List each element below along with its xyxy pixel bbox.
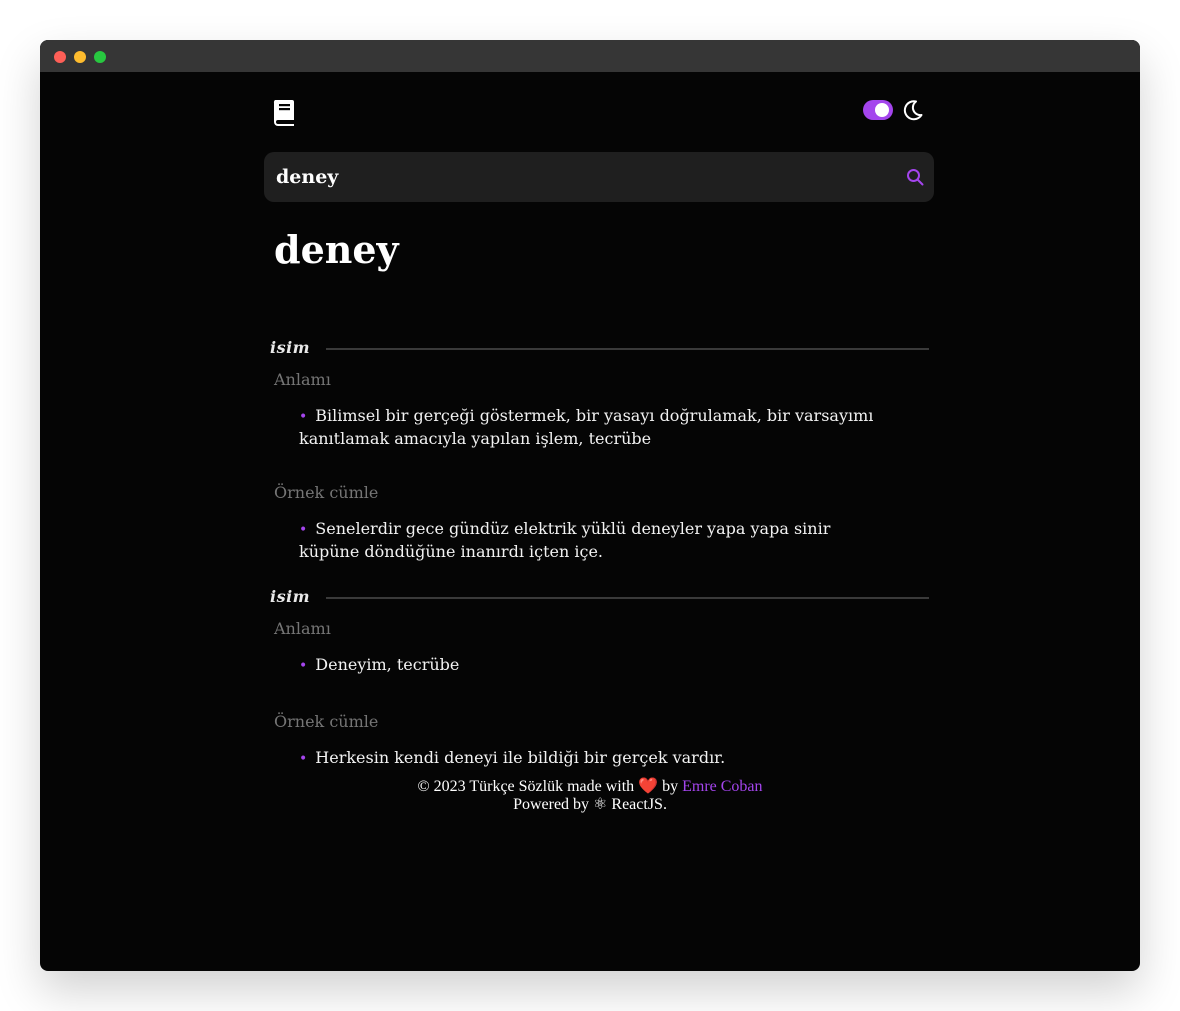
bullet-icon: • bbox=[299, 409, 308, 425]
example-item: • Herkesin kendi deneyi ile bildiği bir g… bbox=[299, 747, 889, 770]
part-of-speech-row: isim bbox=[264, 338, 934, 358]
bullet-icon: • bbox=[299, 658, 308, 674]
divider-line bbox=[326, 348, 929, 350]
theme-toggle[interactable] bbox=[863, 100, 893, 120]
footer-powered-text: Powered by bbox=[513, 796, 590, 813]
part-of-speech-label: isim bbox=[270, 338, 311, 357]
heart-icon: ❤️ bbox=[638, 778, 659, 795]
toggle-knob bbox=[875, 103, 889, 117]
word-title: deney bbox=[274, 227, 399, 272]
footer-react-text: ReactJS. bbox=[611, 796, 667, 813]
example-text: Herkesin kendi deneyi ile bildiği bir ge… bbox=[315, 748, 726, 767]
example-text: Senelerdir gece gündüz elektrik yüklü de… bbox=[299, 519, 831, 561]
minimize-window-button[interactable] bbox=[74, 51, 86, 63]
meaning-block: isim Anlamı • Deneyim, tecrübe Örnek cüml… bbox=[264, 587, 934, 787]
search-icon[interactable] bbox=[906, 168, 924, 186]
meaning-label: Anlamı bbox=[274, 619, 331, 638]
meaning-item: • Deneyim, tecrübe bbox=[299, 654, 889, 677]
footer-copyright-text: © 2023 Türkçe Sözlük made with bbox=[417, 778, 635, 795]
meaning-item: • Bilimsel bir gerçeği göstermek, bir yas… bbox=[299, 405, 889, 450]
footer-powered-line: Powered by ⚛ ReactJS. bbox=[40, 796, 1140, 814]
example-item: • Senelerdir gece gündüz elektrik yüklü d… bbox=[299, 518, 889, 563]
app-header bbox=[264, 72, 934, 152]
meaning-text: Deneyim, tecrübe bbox=[315, 655, 460, 674]
footer-by-text: by bbox=[662, 778, 679, 795]
browser-window: deney isim Anlamı •Bilimsel bir gerçeği … bbox=[40, 40, 1140, 971]
bullet-icon: • bbox=[299, 522, 308, 538]
react-icon: ⚛ bbox=[593, 796, 608, 813]
meaning-block: isim Anlamı • Bilimsel bir gerçeği göster… bbox=[264, 338, 934, 568]
zoom-window-button[interactable] bbox=[94, 51, 106, 63]
example-label: Örnek cümle bbox=[274, 712, 379, 731]
divider-line bbox=[326, 597, 929, 599]
search-bar bbox=[264, 152, 934, 202]
footer-credit-line: © 2023 Türkçe Sözlük made with ❤️ by Emr… bbox=[40, 778, 1140, 796]
app-content: deney isim Anlamı •Bilimsel bir gerçeği … bbox=[264, 72, 934, 767]
close-window-button[interactable] bbox=[54, 51, 66, 63]
author-link[interactable]: Emre Coban bbox=[682, 778, 762, 795]
window-titlebar bbox=[40, 40, 1140, 72]
bullet-icon: • bbox=[299, 751, 308, 767]
meaning-text: Bilimsel bir gerçeği göstermek, bir yasa… bbox=[299, 406, 874, 448]
book-icon[interactable] bbox=[272, 98, 296, 126]
meaning-label: Anlamı bbox=[274, 370, 331, 389]
page-footer: © 2023 Türkçe Sözlük made with ❤️ by Emr… bbox=[40, 778, 1140, 814]
search-input[interactable] bbox=[276, 152, 886, 202]
example-label: Örnek cümle bbox=[274, 483, 379, 502]
moon-icon[interactable] bbox=[902, 99, 924, 121]
part-of-speech-label: isim bbox=[270, 587, 311, 606]
part-of-speech-row: isim bbox=[264, 587, 934, 607]
